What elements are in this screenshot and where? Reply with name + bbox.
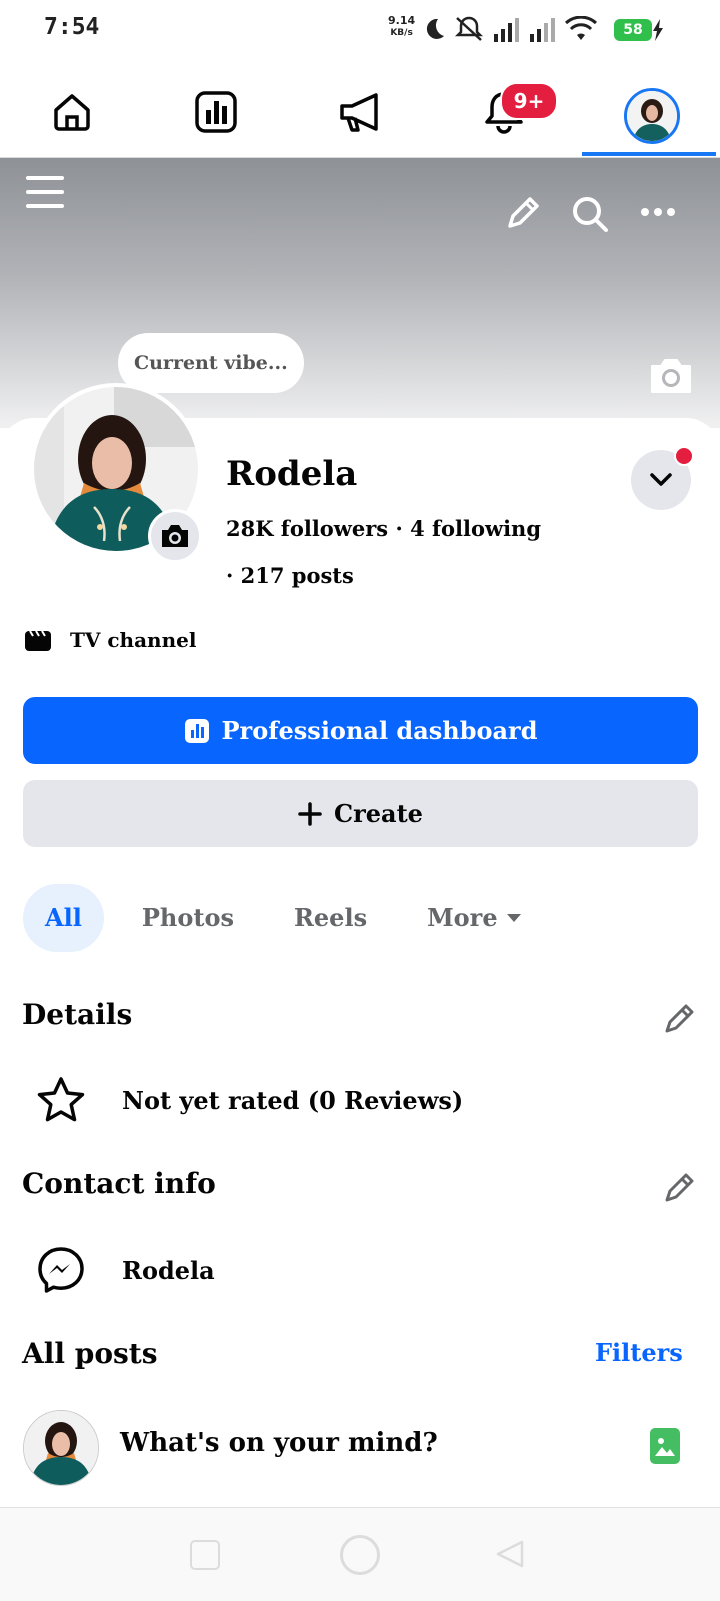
dashboard-icon — [195, 91, 237, 133]
profile-name: Rodela — [226, 454, 358, 494]
recents-button[interactable] — [190, 1540, 220, 1570]
professional-dashboard-label: Professional dashboard — [221, 716, 538, 745]
tab-photos[interactable]: Photos — [120, 884, 256, 952]
caret-down-icon — [506, 914, 521, 922]
top-navigation — [0, 62, 720, 158]
notification-dot — [674, 446, 694, 466]
messenger-name: Rodela — [122, 1255, 215, 1285]
content-tabs: All Photos Reels More — [23, 884, 560, 952]
create-label: Create — [334, 799, 423, 828]
messenger-row[interactable]: Rodela — [36, 1245, 215, 1295]
profile-stats: 28K followers · 4 following — [226, 516, 541, 541]
following-label[interactable]: following — [432, 516, 541, 541]
stats-separator: · — [226, 563, 234, 588]
network-speed: 9.14 KB/s — [388, 15, 415, 39]
clapperboard-icon — [25, 630, 51, 651]
notification-badge: 9+ — [500, 82, 558, 120]
change-profile-picture-button[interactable] — [148, 509, 202, 563]
contact-info-title: Contact info — [22, 1167, 216, 1200]
category-label: TV channel — [70, 628, 197, 652]
category-row: TV channel — [24, 628, 196, 652]
posts-label: posts — [291, 563, 354, 588]
plus-icon — [298, 801, 322, 826]
composer-avatar[interactable] — [23, 1410, 99, 1486]
menu-icon[interactable] — [24, 172, 66, 212]
create-button[interactable]: Create — [23, 780, 698, 847]
nav-home[interactable] — [42, 82, 102, 142]
megaphone-icon — [340, 93, 378, 132]
professional-dashboard-button[interactable]: Professional dashboard — [23, 697, 698, 764]
filters-link[interactable]: Filters — [595, 1338, 683, 1367]
nav-ads[interactable] — [330, 82, 390, 142]
following-count[interactable]: 4 — [410, 516, 425, 541]
profile-avatar[interactable] — [624, 88, 680, 144]
rating-row: Not yet rated (0 Reviews) — [36, 1076, 463, 1124]
followers-label[interactable]: followers — [281, 516, 388, 541]
status-bar: 7:54 9.14 KB/s 58 — [0, 0, 720, 62]
system-navigation-bar — [0, 1507, 720, 1601]
tab-more[interactable]: More — [405, 884, 544, 952]
tab-more-label: More — [427, 903, 498, 932]
moon-icon — [426, 18, 444, 39]
tab-reels[interactable]: Reels — [272, 884, 389, 952]
pencil-icon — [665, 1173, 694, 1202]
dashboard-icon — [184, 718, 209, 743]
clock: 7:54 — [44, 14, 100, 40]
charging-icon — [653, 19, 663, 41]
avatar-image — [627, 91, 677, 141]
details-title: Details — [22, 998, 133, 1031]
chevron-down-icon — [650, 473, 672, 486]
wifi-icon — [565, 16, 597, 40]
followers-count[interactable]: 28K — [226, 516, 273, 541]
nav-dashboard[interactable] — [186, 82, 246, 142]
add-photo-button[interactable] — [650, 1428, 680, 1464]
edit-contact-button[interactable] — [660, 1167, 700, 1207]
bell-off-icon — [454, 16, 484, 41]
status-bubble[interactable]: Current vibe... — [118, 333, 304, 393]
network-speed-value: 9.14 — [388, 14, 416, 27]
rating-text: Not yet rated (0 Reviews) — [122, 1085, 464, 1115]
search-icon[interactable] — [570, 194, 610, 234]
posts-count: 217 — [240, 563, 285, 588]
star-icon — [37, 1077, 85, 1122]
camera-icon — [162, 525, 188, 547]
signal-icon — [494, 18, 519, 42]
tab-all[interactable]: All — [23, 884, 104, 952]
signal-icon — [530, 18, 555, 42]
back-button[interactable] — [494, 1538, 524, 1568]
home-icon — [54, 94, 90, 131]
composer-input[interactable]: What's on your mind? — [120, 1428, 438, 1458]
messenger-icon — [38, 1247, 84, 1293]
avatar-image — [24, 1411, 98, 1485]
all-posts-title: All posts — [22, 1337, 158, 1370]
edit-icon[interactable] — [504, 194, 542, 232]
network-speed-unit: KB/s — [390, 28, 413, 38]
battery-icon: 58 — [614, 19, 652, 41]
photo-icon — [655, 1438, 675, 1456]
profile-posts-stat: · 217 posts — [226, 563, 354, 588]
home-button[interactable] — [340, 1535, 380, 1575]
camera-icon[interactable] — [648, 356, 694, 396]
stats-separator: · — [395, 516, 403, 541]
active-tab-indicator — [582, 152, 716, 156]
pencil-icon — [665, 1004, 694, 1033]
more-icon[interactable] — [640, 204, 676, 220]
edit-details-button[interactable] — [660, 998, 700, 1038]
